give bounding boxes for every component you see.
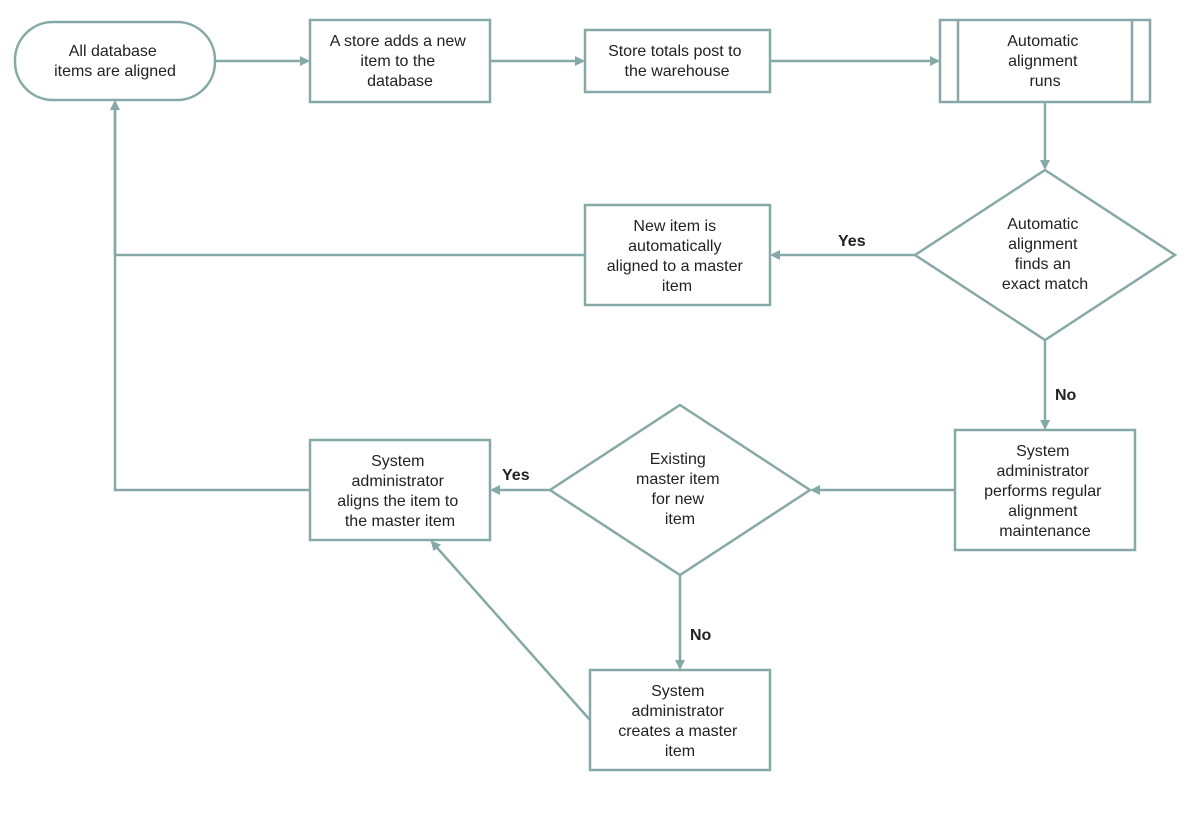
node-existing-master-line2: master item (636, 471, 720, 488)
node-align-master-line4: the master item (345, 513, 455, 530)
edge-alignmaster-start (115, 102, 310, 490)
node-auto-align-runs-line1: Automatic (1007, 33, 1078, 50)
node-add-item-line2: item to the (360, 53, 435, 70)
node-start-line2: items are aligned (54, 63, 176, 80)
node-maintenance-line4: alignment (1008, 503, 1078, 520)
node-auto-align-runs-line3: runs (1029, 73, 1060, 90)
node-align-master: System administrator aligns the item to … (310, 440, 490, 540)
node-align-master-line3: aligns the item to (337, 493, 458, 510)
node-start-line1: All database (69, 43, 157, 60)
svg-text:Automatic alignment: Automatic alignment finds an exact match (1002, 212, 1088, 293)
node-create-master-line1: System (651, 683, 704, 700)
node-post-totals-line2: the warehouse (625, 63, 730, 80)
node-existing-master: Existing master item for new item (550, 405, 810, 575)
label-yes1: Yes (838, 233, 866, 250)
node-post-totals-line1: Store totals post to (608, 43, 742, 60)
svg-text:Store totals post to the: Store totals post to the warehouse (608, 39, 746, 80)
edge-createmaster-alignmaster (432, 542, 590, 720)
node-create-master-line3: creates a master (618, 723, 738, 740)
node-existing-master-line1: Existing (650, 451, 706, 468)
label-no2: No (690, 627, 712, 644)
node-exact-match-line1: Automatic (1007, 216, 1078, 233)
node-exact-match: Automatic alignment finds an exact match (915, 170, 1175, 340)
node-maintenance-line3: performs regular (984, 483, 1102, 500)
node-exact-match-line3: finds an (1015, 256, 1071, 273)
node-auto-align-runs-line2: alignment (1008, 53, 1078, 70)
node-add-item-line1: A store adds a new (330, 33, 467, 50)
edge-autoaligned-start (115, 102, 585, 255)
node-auto-aligned-line1: New item is (633, 218, 716, 235)
node-maintenance-line5: maintenance (999, 523, 1091, 540)
node-add-item-line3: database (367, 73, 433, 90)
node-create-master: System administrator creates a master it… (590, 670, 770, 770)
node-exact-match-line4: exact match (1002, 276, 1088, 293)
node-auto-aligned-line2: automatically (628, 238, 721, 255)
label-yes2: Yes (502, 467, 530, 484)
node-auto-aligned-line4: item (662, 278, 692, 295)
node-start: All database items are aligned (15, 22, 215, 100)
node-maintenance-line2: administrator (997, 463, 1090, 480)
label-no1: No (1055, 387, 1077, 404)
node-exact-match-line2: alignment (1008, 236, 1078, 253)
node-auto-align-runs: Automatic alignment runs (940, 20, 1150, 102)
node-maintenance: System administrator performs regular al… (955, 430, 1135, 550)
node-add-item: A store adds a new item to the database (310, 20, 490, 102)
node-align-master-line1: System (371, 453, 424, 470)
flowchart: All database items are aligned A store a… (0, 0, 1192, 814)
node-existing-master-line3: for new (652, 491, 705, 508)
node-maintenance-line1: System (1016, 443, 1069, 460)
node-existing-master-line4: item (665, 511, 695, 528)
node-post-totals: Store totals post to the warehouse (585, 30, 770, 92)
node-create-master-line4: item (665, 743, 695, 760)
node-auto-aligned: New item is automatically aligned to a m… (585, 205, 770, 305)
node-auto-aligned-line3: aligned to a master (607, 258, 744, 275)
node-align-master-line2: administrator (352, 473, 445, 490)
node-create-master-line2: administrator (632, 703, 725, 720)
